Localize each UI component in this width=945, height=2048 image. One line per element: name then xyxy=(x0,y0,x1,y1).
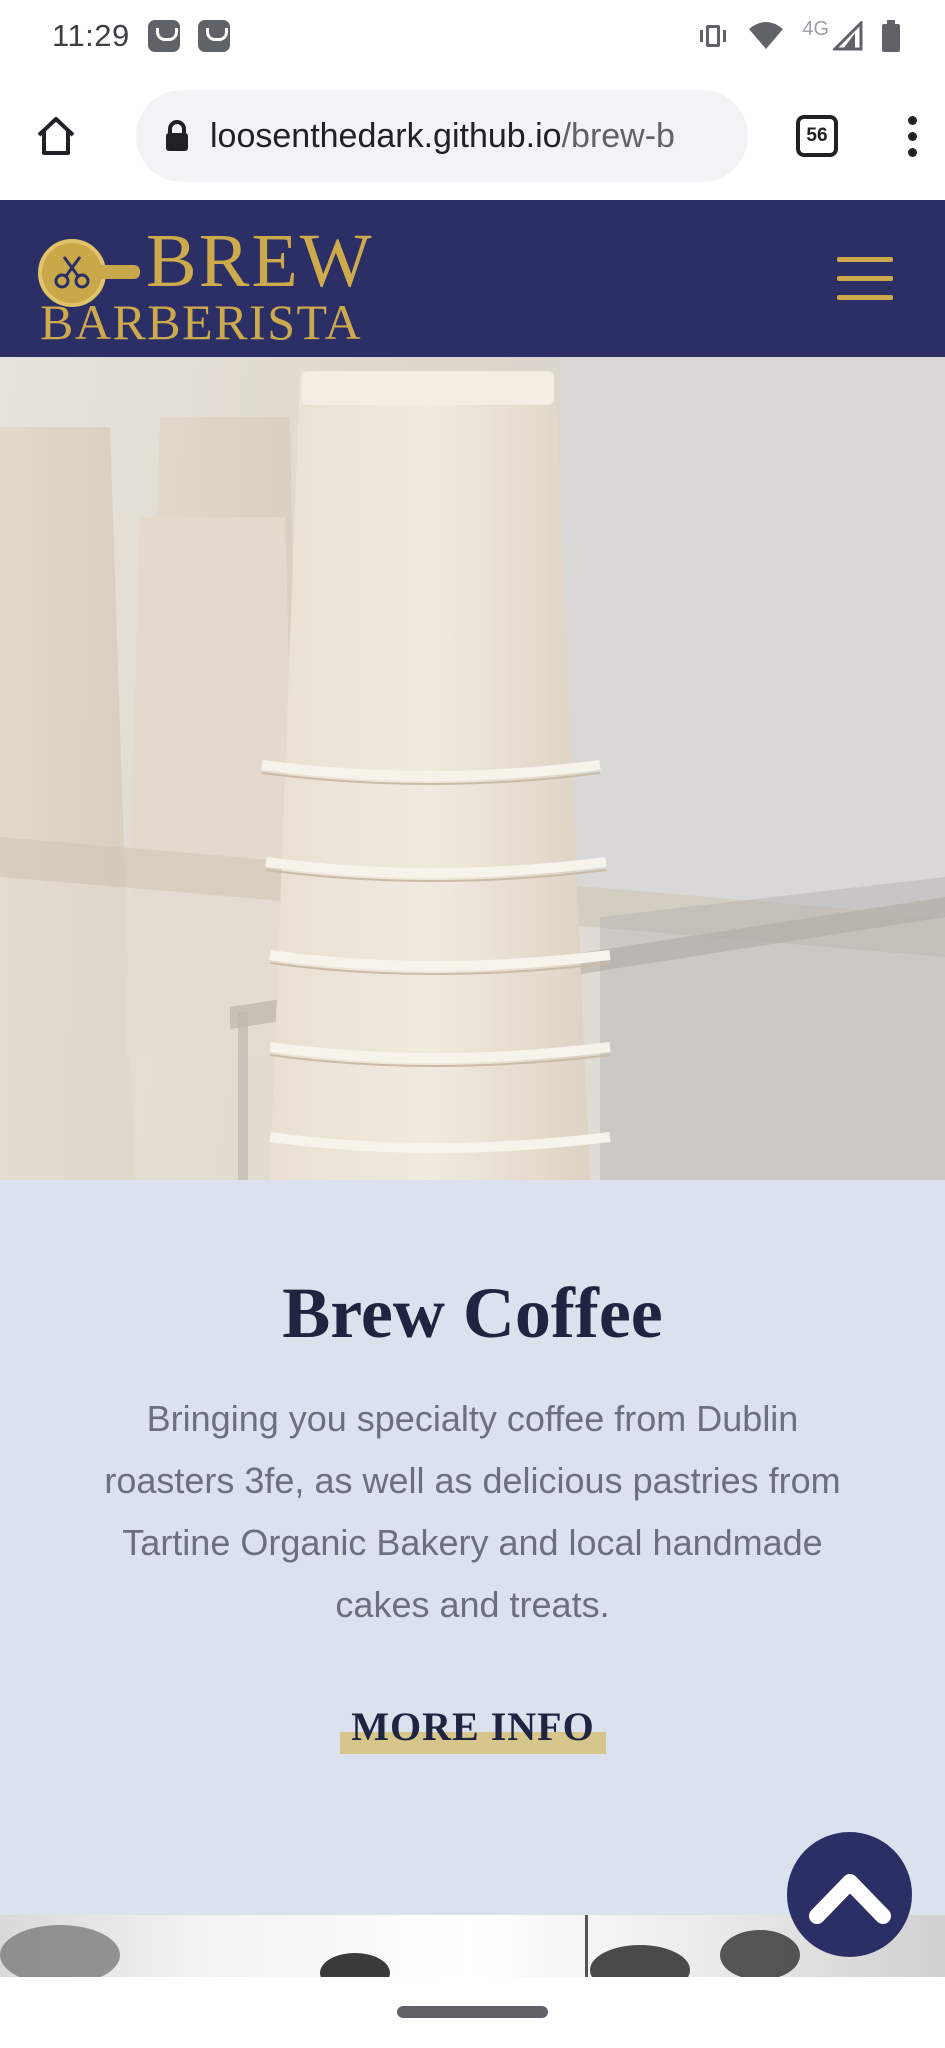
address-bar[interactable]: loosenthedark.github.io/brew-b xyxy=(136,90,748,182)
wifi-icon xyxy=(749,22,784,49)
more-info-link[interactable]: MORE INFO xyxy=(340,1698,606,1754)
site-header: BREW BARBERISTA xyxy=(0,200,945,357)
hamburger-line xyxy=(837,257,893,262)
shopping-bag-notification-icon xyxy=(197,20,230,52)
logo-text-barberista: BARBERISTA xyxy=(40,293,363,350)
menu-dot xyxy=(908,147,917,157)
browser-toolbar: loosenthedark.github.io/brew-b 56 xyxy=(0,72,945,200)
status-bar: 11:29 4G xyxy=(0,0,945,72)
battery-icon xyxy=(882,20,900,52)
status-icons: 4G xyxy=(696,17,901,52)
menu-dot xyxy=(908,131,917,141)
status-time: 11:29 xyxy=(52,18,130,53)
hamburger-menu-button[interactable] xyxy=(837,257,893,300)
cell-signal-icon xyxy=(833,21,863,51)
vibrate-icon xyxy=(700,25,727,47)
tab-switcher-button[interactable]: 56 xyxy=(796,115,838,157)
network-type-label: 4G xyxy=(802,17,829,40)
hamburger-line xyxy=(837,295,893,300)
url-path: /brew-b xyxy=(561,116,675,155)
hamburger-line xyxy=(837,276,893,281)
home-button[interactable] xyxy=(28,108,84,164)
menu-dot xyxy=(908,115,917,125)
section-description: Bringing you specialty coffee from Dubli… xyxy=(104,1398,841,1625)
home-gesture-pill[interactable] xyxy=(397,2006,548,2018)
section-title: Brew Coffee xyxy=(282,1273,663,1353)
lock-icon xyxy=(166,120,188,151)
url-domain: loosenthedark.github.io xyxy=(210,116,562,155)
home-icon xyxy=(37,117,75,155)
back-to-top-button[interactable] xyxy=(787,1832,912,1957)
url-text: loosenthedark.github.io/brew-b xyxy=(210,117,675,156)
hero-image-coffee-cups xyxy=(0,357,945,1180)
system-navigation-bar xyxy=(0,1977,945,2048)
info-section: Brew Coffee Bringing you specialty coffe… xyxy=(0,1180,945,1915)
logo-handle xyxy=(100,264,140,279)
logo-text-brew: BREW xyxy=(146,218,374,303)
site-logo[interactable]: BREW BARBERISTA xyxy=(38,218,418,347)
shopping-bag-notification-icon xyxy=(147,20,180,52)
browser-menu-button[interactable] xyxy=(908,115,917,157)
chevron-up-icon xyxy=(808,1873,891,1924)
